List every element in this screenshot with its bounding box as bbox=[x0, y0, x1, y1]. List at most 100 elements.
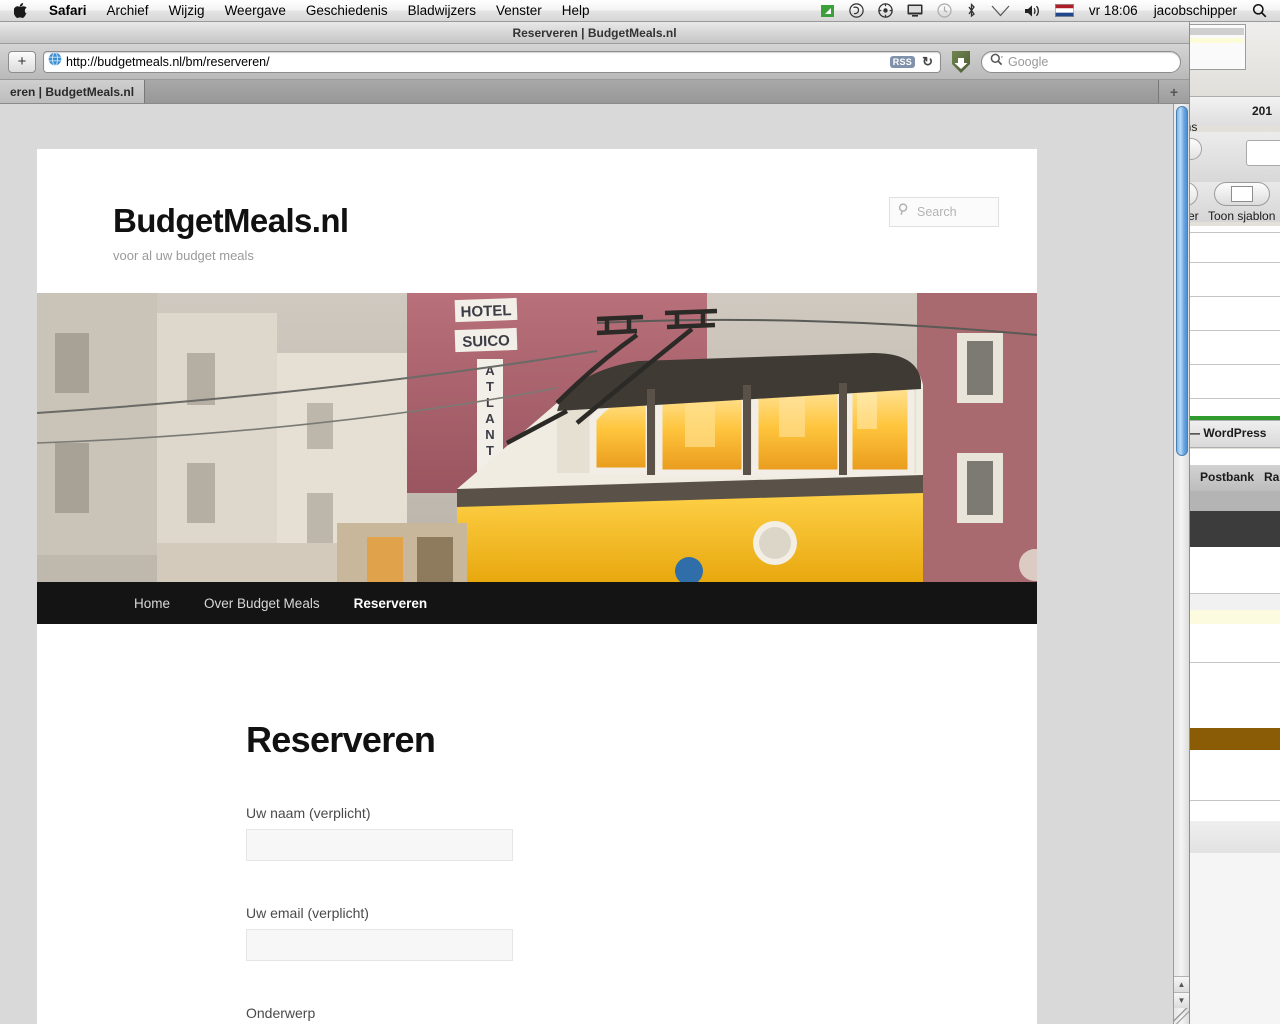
menu-item-bladwijzers[interactable]: Bladwijzers bbox=[398, 0, 486, 22]
browser-toolbar: + http://budgetmeals.nl/bm/reserveren/ R… bbox=[0, 44, 1189, 80]
globe-icon bbox=[48, 52, 62, 71]
nav-item-reserveren[interactable]: Reserveren bbox=[337, 596, 445, 611]
bg-thumb-row bbox=[1186, 38, 1244, 43]
new-tab-button[interactable]: + bbox=[1159, 80, 1189, 103]
menu-item-archief[interactable]: Archief bbox=[97, 0, 159, 22]
banner-image-tram: HOTEL SUICO A T L A N T I C bbox=[37, 293, 1037, 582]
time-machine-icon bbox=[930, 3, 959, 18]
background-windows: 201 ins zer Toon sjablon — WordPress Pos… bbox=[1180, 0, 1280, 1024]
airport-wifi-icon[interactable] bbox=[984, 4, 1017, 17]
tab-bar-empty-area bbox=[145, 80, 1159, 103]
site-title[interactable]: BudgetMeals.nl bbox=[113, 204, 349, 237]
volume-icon[interactable] bbox=[1017, 4, 1048, 18]
label-uw-naam: Uw naam (verplicht) bbox=[246, 805, 371, 821]
bg-yellow-band-top bbox=[1180, 610, 1280, 624]
svg-text:SUICO: SUICO bbox=[462, 332, 510, 351]
form-row-email: Uw email (verplicht) bbox=[246, 905, 957, 961]
bg-footer-band bbox=[1180, 821, 1280, 853]
safari-window: Reserveren | BudgetMeals.nl + http://bud… bbox=[0, 22, 1190, 1024]
page-content: Reserveren Uw naam (verplicht) Uw email … bbox=[37, 624, 1037, 1024]
bg-dark-band bbox=[1180, 511, 1280, 547]
menu-item-weergave[interactable]: Weergave bbox=[215, 0, 296, 22]
crashplan-icon[interactable] bbox=[871, 3, 900, 18]
menu-item-venster[interactable]: Venster bbox=[486, 0, 552, 22]
page-vertical-scrollbar[interactable]: ▲ ▼ bbox=[1173, 104, 1189, 1024]
bg-rule-3 bbox=[1180, 296, 1280, 297]
bg-template-button bbox=[1214, 182, 1270, 206]
display-icon[interactable] bbox=[900, 4, 930, 17]
google-search-placeholder: Google bbox=[1008, 54, 1049, 69]
bg-white-band-1 bbox=[1180, 547, 1280, 593]
svg-text:T: T bbox=[486, 379, 494, 394]
nav-item-home[interactable]: Home bbox=[117, 596, 187, 611]
scroll-down-arrow-icon[interactable]: ▼ bbox=[1174, 992, 1189, 1008]
page-viewport: BudgetMeals.nl voor al uw budget meals S… bbox=[0, 104, 1174, 1024]
bg-grey-band bbox=[1180, 594, 1280, 610]
window-resize-grip[interactable] bbox=[1173, 1008, 1189, 1024]
bg-white-band-3 bbox=[1180, 682, 1280, 728]
bg-rule-1 bbox=[1180, 232, 1280, 233]
menu-item-safari[interactable]: Safari bbox=[39, 0, 97, 22]
bg-brown-band bbox=[1180, 728, 1280, 750]
scrollbar-thumb[interactable] bbox=[1176, 106, 1188, 456]
url-address-bar[interactable]: http://budgetmeals.nl/bm/reserveren/ RSS… bbox=[43, 50, 941, 73]
input-uw-naam[interactable] bbox=[246, 829, 513, 861]
bg-white-band-5 bbox=[1180, 801, 1280, 821]
bg-wordpress-body bbox=[1180, 449, 1280, 465]
site-navigation: Home Over Budget Meals Reserveren bbox=[37, 582, 1037, 624]
bg-label-toon-sjabloon: Toon sjablon bbox=[1208, 209, 1276, 223]
site-search-input[interactable]: Search bbox=[889, 197, 999, 227]
rss-badge[interactable]: RSS bbox=[889, 55, 916, 68]
bg-rule-2 bbox=[1180, 262, 1280, 263]
template-thumbnail-icon bbox=[1231, 186, 1253, 202]
svg-text:HOTEL: HOTEL bbox=[460, 302, 511, 321]
tab-bar: eren | BudgetMeals.nl + bbox=[0, 80, 1189, 104]
svg-text:A: A bbox=[485, 363, 495, 378]
form-row-naam: Uw naam (verplicht) bbox=[246, 805, 957, 861]
menu-bar-status-area: vr 18:06 jacobschipper bbox=[813, 0, 1280, 21]
bg-rule-8 bbox=[1180, 662, 1280, 663]
google-search-field[interactable]: Google bbox=[981, 50, 1181, 73]
menu-bar-left: Safari Archief Wijzig Weergave Geschiede… bbox=[0, 0, 600, 21]
green-download-arrow-icon[interactable] bbox=[948, 50, 974, 74]
page-title: Reserveren bbox=[246, 719, 436, 760]
menu-bar-clock[interactable]: vr 18:06 bbox=[1081, 3, 1146, 18]
url-text: http://budgetmeals.nl/bm/reserveren/ bbox=[66, 54, 270, 69]
bg-label-wordpress: — WordPress bbox=[1188, 426, 1267, 440]
window-titlebar[interactable]: Reserveren | BudgetMeals.nl bbox=[0, 22, 1189, 44]
svg-text:T: T bbox=[486, 443, 494, 458]
dutch-flag-icon[interactable] bbox=[1048, 4, 1081, 17]
dropbox-icon[interactable] bbox=[842, 3, 871, 18]
green-screen-sharing-icon[interactable] bbox=[813, 4, 842, 18]
bluetooth-icon[interactable] bbox=[959, 3, 984, 18]
bg-label-postbank: Postbank bbox=[1200, 470, 1255, 484]
search-icon[interactable] bbox=[1245, 3, 1274, 18]
menu-bar-username[interactable]: jacobschipper bbox=[1146, 3, 1245, 18]
svg-text:N: N bbox=[485, 427, 494, 442]
svg-text:L: L bbox=[486, 395, 494, 410]
site-tagline: voor al uw budget meals bbox=[113, 248, 254, 263]
browser-tab-reserveren[interactable]: eren | BudgetMeals.nl bbox=[0, 80, 146, 103]
search-icon bbox=[898, 203, 911, 221]
scroll-up-arrow-icon[interactable]: ▲ bbox=[1174, 976, 1189, 992]
menu-item-wijzig[interactable]: Wijzig bbox=[159, 0, 215, 22]
search-icon bbox=[990, 53, 1003, 71]
nav-item-over-budget-meals[interactable]: Over Budget Meals bbox=[187, 596, 337, 611]
bg-window2-field bbox=[1246, 140, 1280, 166]
reload-icon[interactable]: ↻ bbox=[919, 54, 936, 70]
bg-bottom-fill bbox=[1180, 853, 1280, 1024]
apple-logo-icon[interactable] bbox=[0, 3, 39, 18]
menu-item-help[interactable]: Help bbox=[552, 0, 600, 22]
form-row-onderwerp: Onderwerp bbox=[246, 1005, 957, 1024]
add-bookmark-button[interactable]: + bbox=[8, 50, 36, 73]
site-header: BudgetMeals.nl voor al uw budget meals S… bbox=[37, 149, 1037, 293]
bg-label-year: 201 bbox=[1252, 104, 1273, 118]
bg-rule-5 bbox=[1180, 364, 1280, 365]
site-search-placeholder: Search bbox=[917, 205, 957, 219]
bg-thumb-bar bbox=[1186, 28, 1244, 35]
input-uw-email[interactable] bbox=[246, 929, 513, 961]
bg-label-rabo: Rab bbox=[1264, 470, 1280, 484]
label-uw-email: Uw email (verplicht) bbox=[246, 905, 369, 921]
bg-window2-list bbox=[1180, 226, 1280, 416]
menu-item-geschiedenis[interactable]: Geschiedenis bbox=[296, 0, 398, 22]
